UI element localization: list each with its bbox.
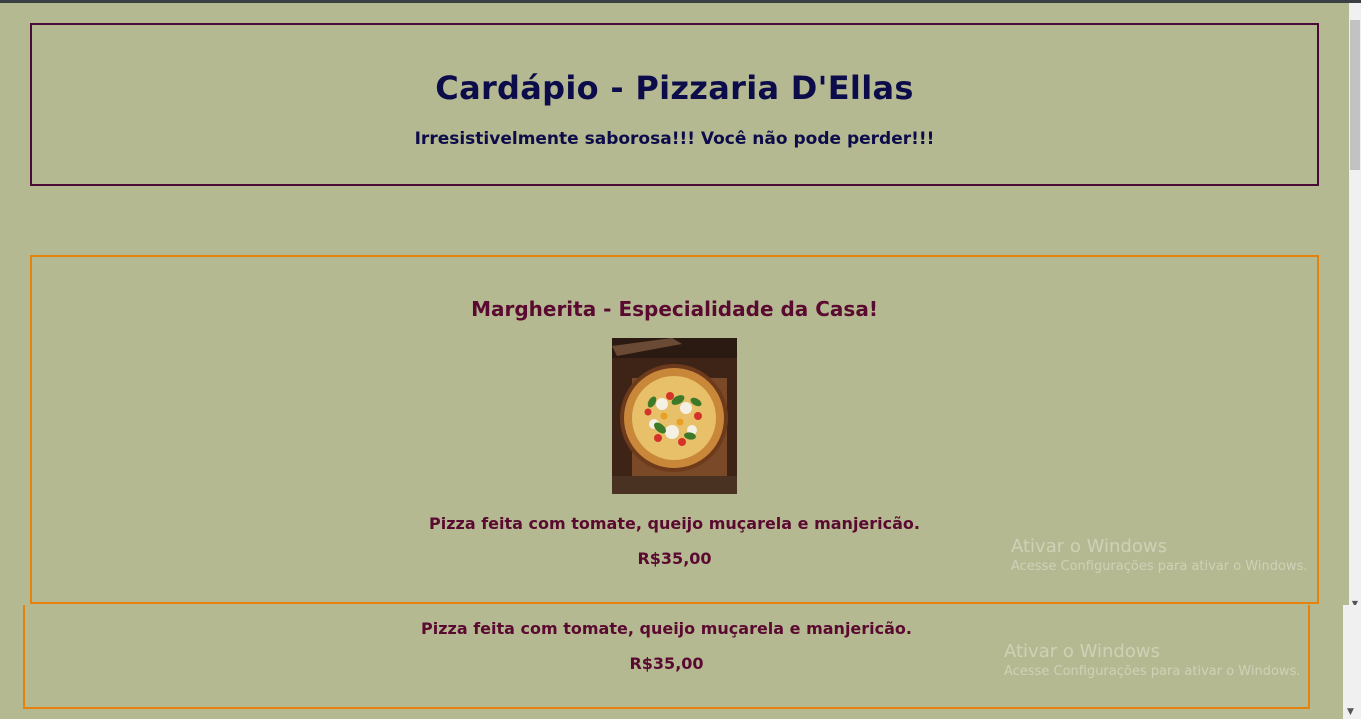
menu-item-description: Pizza feita com tomate, queijo muçarela …	[429, 514, 920, 533]
menu-item-card-lower: Pizza feita com tomate, queijo muçarela …	[23, 605, 1310, 709]
chevron-down-icon[interactable]: ▼	[1347, 707, 1354, 717]
pizza-image	[612, 338, 737, 494]
menu-item-card: Margherita - Especialidade da Casa! Pizz…	[30, 255, 1319, 604]
menu-item-price-lower: R$35,00	[629, 654, 704, 673]
page-viewport: Cardápio - Pizzaria D'Ellas Irresistivel…	[0, 3, 1343, 605]
page-subtitle: Irresistivelmente saborosa!!! Você não p…	[414, 129, 935, 149]
page-title: Cardápio - Pizzaria D'Ellas	[435, 69, 914, 107]
menu-item-title: Margherita - Especialidade da Casa!	[471, 297, 878, 321]
lower-duplicate-view: Pizza feita com tomate, queijo muçarela …	[0, 605, 1361, 719]
menu-item-price: R$35,00	[637, 549, 712, 568]
scrollbar-thumb[interactable]	[1350, 20, 1360, 170]
vertical-scrollbar-lower[interactable]: ▼	[1343, 605, 1361, 719]
vertical-scrollbar[interactable]: ▼	[1349, 3, 1361, 609]
page-header: Cardápio - Pizzaria D'Ellas Irresistivel…	[30, 23, 1319, 186]
menu-item-description-lower: Pizza feita com tomate, queijo muçarela …	[421, 619, 912, 638]
